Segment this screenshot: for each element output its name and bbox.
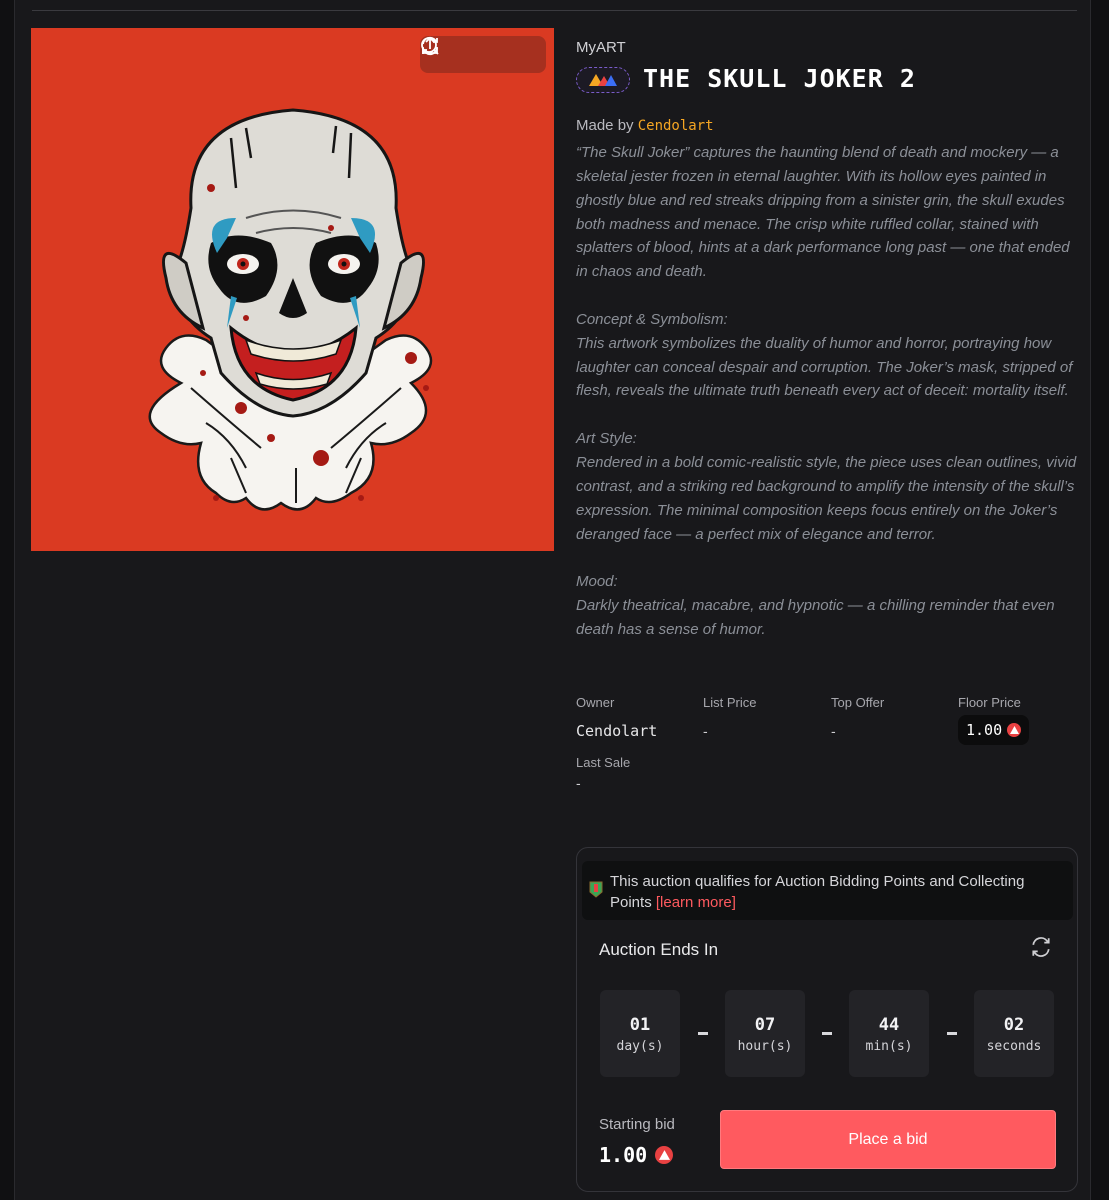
description-heading: Mood: bbox=[576, 573, 618, 591]
countdown-value: 02 bbox=[1003, 1015, 1025, 1035]
countdown-value: 44 bbox=[878, 1015, 900, 1035]
starting-bid-label: Starting bid bbox=[599, 1116, 675, 1133]
points-badge-icon bbox=[588, 879, 604, 905]
search-icon[interactable] bbox=[421, 37, 497, 69]
avax-icon bbox=[1007, 723, 1022, 737]
chain-logo-icon bbox=[589, 74, 617, 86]
auction-panel: This auction qualifies for Auction Biddi… bbox=[576, 847, 1078, 1192]
description-heading: Concept & Symbolism: bbox=[576, 310, 728, 328]
share-icon[interactable] bbox=[422, 36, 534, 69]
countdown-days: 01 day(s) bbox=[600, 990, 680, 1077]
avax-icon bbox=[655, 1146, 674, 1164]
countdown-separator bbox=[947, 1032, 957, 1035]
nft-artwork[interactable] bbox=[31, 28, 554, 551]
floor-price-chip: 1.00 bbox=[958, 715, 1030, 745]
countdown-hours: 07 hour(s) bbox=[725, 990, 805, 1077]
made-by-prefix: Made by bbox=[576, 117, 634, 134]
top-offer-value: - bbox=[831, 723, 836, 739]
description-heading: Art Style: bbox=[576, 430, 637, 448]
countdown-value: 07 bbox=[754, 1015, 776, 1035]
description-intro: “The Skull Joker” captures the haunting … bbox=[576, 144, 1070, 281]
artwork-toolbar bbox=[420, 36, 546, 73]
countdown-unit: seconds bbox=[986, 1039, 1042, 1054]
nft-title: THE SKULL JOKER 2 bbox=[643, 64, 916, 93]
list-price-value: - bbox=[703, 723, 708, 739]
countdown-separator bbox=[822, 1032, 832, 1035]
countdown-unit: day(s) bbox=[616, 1039, 664, 1054]
skull-joker-illustration bbox=[148, 108, 433, 511]
countdown-separator bbox=[698, 1032, 708, 1035]
made-by: Made by Cendolart bbox=[576, 117, 714, 134]
points-notice: This auction qualifies for Auction Biddi… bbox=[582, 861, 1073, 920]
owner-label: Owner bbox=[576, 695, 615, 710]
countdown-seconds: 02 seconds bbox=[974, 990, 1054, 1077]
chain-badge bbox=[576, 67, 630, 93]
description-paragraph: Darkly theatrical, macabre, and hypnotic… bbox=[576, 597, 1055, 638]
floor-price-label: Floor Price bbox=[958, 695, 1021, 710]
divider bbox=[32, 10, 1077, 11]
learn-more-link[interactable]: [learn more] bbox=[656, 894, 736, 911]
countdown-value: 01 bbox=[629, 1015, 651, 1035]
owner-value[interactable]: Cendolart bbox=[576, 722, 657, 740]
nft-description: “The Skull Joker” captures the haunting … bbox=[576, 141, 1081, 642]
starting-bid: 1.00 bbox=[599, 1143, 674, 1167]
place-bid-button[interactable]: Place a bid bbox=[720, 1110, 1056, 1169]
creator-link[interactable]: Cendolart bbox=[638, 118, 714, 134]
collection-name[interactable]: MyART bbox=[576, 39, 626, 56]
last-sale-label: Last Sale bbox=[576, 755, 631, 770]
last-sale-value: - bbox=[576, 775, 581, 791]
starting-bid-value: 1.00 bbox=[599, 1143, 648, 1167]
list-price-label: List Price bbox=[703, 695, 757, 710]
countdown-minutes: 44 min(s) bbox=[849, 990, 929, 1077]
auction-ends-label: Auction Ends In bbox=[599, 940, 719, 959]
countdown-unit: min(s) bbox=[865, 1039, 913, 1054]
floor-price-value: 1.00 bbox=[966, 721, 1003, 739]
description-paragraph: Rendered in a bold comic-realistic style… bbox=[576, 453, 1077, 543]
description-paragraph: This artwork symbolizes the duality of h… bbox=[576, 334, 1073, 400]
top-offer-label: Top Offer bbox=[831, 695, 885, 710]
refresh-countdown-icon[interactable] bbox=[1030, 936, 1052, 963]
countdown-unit: hour(s) bbox=[737, 1039, 793, 1054]
